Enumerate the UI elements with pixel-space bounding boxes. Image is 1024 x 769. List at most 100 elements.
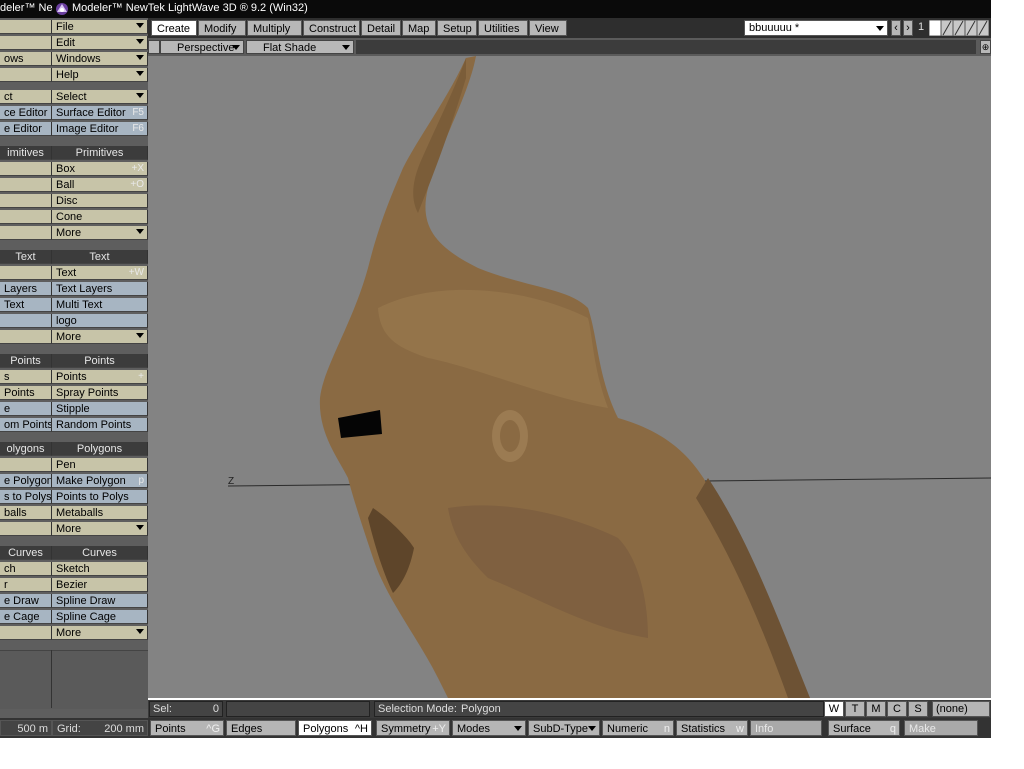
tool-button-bezier[interactable]: Bezier <box>52 578 148 592</box>
tool-button-blank[interactable] <box>0 36 52 50</box>
tool-button-disc[interactable]: Disc <box>52 194 148 208</box>
tool-button-e-editor[interactable]: e Editor <box>0 122 52 136</box>
tool-button-s-to-polys[interactable]: s to Polys <box>0 490 52 504</box>
tool-button-blank[interactable] <box>0 178 52 192</box>
tool-button-om-points[interactable]: om Points <box>0 418 52 432</box>
tool-button-ce-editor[interactable]: ce Editor <box>0 106 52 120</box>
tab-utilities[interactable]: Utilities <box>478 20 528 36</box>
tool-button-blank[interactable] <box>0 314 52 328</box>
button-label: ows <box>4 53 24 65</box>
tool-button-more[interactable]: More <box>52 226 148 240</box>
numeric-button[interactable]: Numeric n <box>602 720 674 736</box>
tool-button-e-polygon[interactable]: e Polygon <box>0 474 52 488</box>
tool-button-points-to-polys[interactable]: Points to Polys <box>52 490 148 504</box>
tool-button-blank[interactable] <box>0 458 52 472</box>
tool-button-text-layers[interactable]: Text Layers <box>52 282 148 296</box>
tool-button-points[interactable]: Points <box>0 386 52 400</box>
tool-button-make-polygon[interactable]: Make Polygon p <box>52 474 148 488</box>
tab-detail[interactable]: Detail <box>361 20 401 36</box>
tool-button-blank[interactable] <box>0 210 52 224</box>
tool-button-spray-points[interactable]: Spray Points <box>52 386 148 400</box>
edges-mode-button[interactable]: Edges <box>226 720 296 736</box>
tool-button-blank[interactable] <box>0 266 52 280</box>
tool-button-spline-draw[interactable]: Spline Draw <box>52 594 148 608</box>
tool-button-ch[interactable]: ch <box>0 562 52 576</box>
tool-button-random-points[interactable]: Random Points <box>52 418 148 432</box>
tool-button-blank[interactable] <box>0 626 52 640</box>
tool-button-windows[interactable]: Windows <box>52 52 148 66</box>
tool-button-layers[interactable]: Layers <box>0 282 52 296</box>
tool-button-pen[interactable]: Pen <box>52 458 148 472</box>
tool-button-e-draw[interactable]: e Draw <box>0 594 52 608</box>
button-label: logo <box>56 315 77 327</box>
tab-modify[interactable]: Modify <box>198 20 246 36</box>
viewport[interactable]: Z <box>148 38 991 698</box>
info-button[interactable]: Info <box>750 720 822 736</box>
tool-button-more[interactable]: More <box>52 330 148 344</box>
symmetry-button[interactable]: Symmetry +Y <box>376 720 450 736</box>
tool-button-help[interactable]: Help <box>52 68 148 82</box>
tool-button-blank[interactable] <box>0 20 52 34</box>
tab-setup[interactable]: Setup <box>437 20 477 36</box>
view-toggle-c[interactable]: C <box>887 701 907 717</box>
tool-button-surface-editor[interactable]: Surface Editor F5 <box>52 106 148 120</box>
tool-button-text[interactable]: Text +W <box>52 266 148 280</box>
subd-type-dropdown[interactable]: SubD-Type <box>528 720 600 736</box>
view-toggle-m[interactable]: M <box>866 701 886 717</box>
tool-button-more[interactable]: More <box>52 626 148 640</box>
tool-button-logo[interactable]: logo <box>52 314 148 328</box>
tool-button-points[interactable]: Points + <box>52 370 148 384</box>
surface-button[interactable]: Surface q <box>828 720 900 736</box>
symmetry-label: Symmetry <box>381 723 431 735</box>
view-toggle-s[interactable]: S <box>908 701 928 717</box>
tool-button-blank[interactable] <box>0 522 52 536</box>
tool-button-sketch[interactable]: Sketch <box>52 562 148 576</box>
polygons-mode-button[interactable]: Polygons ^H <box>298 720 372 736</box>
tab-construct[interactable]: Construct <box>303 20 360 36</box>
tab-multiply[interactable]: Multiply <box>247 20 302 36</box>
tool-button-ball[interactable]: Ball +O <box>52 178 148 192</box>
tool-button-blank[interactable] <box>0 194 52 208</box>
maximize-viewport-icon[interactable]: ⊕ <box>980 40 991 54</box>
view-toggle-t[interactable]: T <box>845 701 865 717</box>
tool-button-metaballs[interactable]: Metaballs <box>52 506 148 520</box>
section-header-polygons: Polygons <box>52 442 148 456</box>
tool-button-select[interactable]: Select <box>52 90 148 104</box>
tool-button-stipple[interactable]: Stipple <box>52 402 148 416</box>
next-layer-button[interactable]: › <box>903 20 913 36</box>
tool-button-text[interactable]: Text <box>0 298 52 312</box>
tool-button-e[interactable]: e <box>0 402 52 416</box>
tool-button-blank[interactable] <box>0 68 52 82</box>
viewport-menu-button[interactable] <box>148 40 160 54</box>
tool-button-spline-cage[interactable]: Spline Cage <box>52 610 148 624</box>
tool-button-blank[interactable] <box>0 162 52 176</box>
tool-button-edit[interactable]: Edit <box>52 36 148 50</box>
points-mode-button[interactable]: Points ^G <box>150 720 224 736</box>
tool-button-ct[interactable]: ct <box>0 90 52 104</box>
make-button[interactable]: Make <box>904 720 978 736</box>
layer-bank-buttons[interactable] <box>928 19 990 37</box>
statistics-button[interactable]: Statistics w <box>676 720 748 736</box>
prev-layer-button[interactable]: ‹ <box>891 20 901 36</box>
tab-view[interactable]: View <box>529 20 567 36</box>
tool-button-balls[interactable]: balls <box>0 506 52 520</box>
tool-button-s[interactable]: s <box>0 370 52 384</box>
tool-button-e-cage[interactable]: e Cage <box>0 610 52 624</box>
tool-button-file[interactable]: File <box>52 20 148 34</box>
tab-map[interactable]: Map <box>402 20 436 36</box>
shading-select[interactable]: Flat Shade <box>246 40 354 54</box>
tab-create[interactable]: Create <box>151 20 197 36</box>
view-type-select[interactable]: Perspective <box>160 40 244 54</box>
tool-button-cone[interactable]: Cone <box>52 210 148 224</box>
tool-button-more[interactable]: More <box>52 522 148 536</box>
tool-button-blank[interactable] <box>0 226 52 240</box>
tool-button-box[interactable]: Box +X <box>52 162 148 176</box>
modes-dropdown[interactable]: Modes <box>452 720 526 736</box>
tool-button-multi-text[interactable]: Multi Text <box>52 298 148 312</box>
tool-button-r[interactable]: r <box>0 578 52 592</box>
tool-button-ows[interactable]: ows <box>0 52 52 66</box>
layer-select[interactable]: bbuuuuu * <box>744 20 888 36</box>
tool-button-blank[interactable] <box>0 330 52 344</box>
tool-button-image-editor[interactable]: Image Editor F6 <box>52 122 148 136</box>
view-toggle-w[interactable]: W <box>824 701 844 717</box>
